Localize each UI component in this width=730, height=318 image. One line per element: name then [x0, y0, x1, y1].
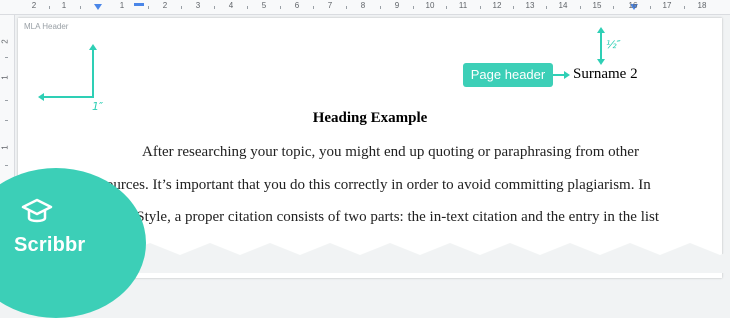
ruler-label: 1 — [0, 145, 10, 150]
horizontal-ruler[interactable]: 2 1 1 2 3 4 5 6 7 8 9 10 11 12 13 14 15 … — [0, 0, 730, 15]
header-distance-label: ½″ — [606, 38, 621, 51]
ruler-tick — [413, 6, 414, 9]
ruler-tick — [446, 6, 447, 9]
ruler-label: 11 — [458, 1, 468, 10]
ruler-label: 5 — [261, 1, 267, 10]
ruler-label: 18 — [697, 1, 707, 10]
body-text-line[interactable]: MLA Style, a proper citation consists of… — [100, 209, 659, 226]
ruler-label: 2 — [0, 39, 10, 44]
graduation-cap-icon — [21, 198, 53, 223]
ruler-label: 14 — [558, 1, 568, 10]
ruler-label: 15 — [592, 1, 602, 10]
ruler-label: 6 — [294, 1, 300, 10]
ruler-tick — [5, 100, 8, 101]
ruler-tick — [80, 6, 81, 9]
arrow-left-icon — [38, 93, 44, 101]
first-line-indent-marker[interactable] — [134, 3, 144, 6]
running-head[interactable]: Surname 2 — [573, 66, 638, 83]
ruler-tick — [280, 6, 281, 9]
page-header-badge: Page header — [463, 63, 553, 87]
ruler-tick — [214, 6, 215, 9]
ruler-label: 12 — [492, 1, 502, 10]
ruler-label: 4 — [228, 1, 234, 10]
left-indent-marker[interactable] — [94, 4, 102, 10]
ruler-label: 2 — [162, 1, 168, 10]
ruler-label: 3 — [195, 1, 201, 10]
arrow-up-icon — [597, 27, 605, 33]
body-text-line[interactable]: After researching your topic, you might … — [142, 144, 639, 161]
header-region-label: MLA Header — [24, 22, 69, 31]
margin-guide-horizontal — [44, 96, 94, 98]
ruler-label: 7 — [327, 1, 333, 10]
ruler-label: 10 — [425, 1, 435, 10]
ruler-tick — [684, 6, 685, 9]
ruler-label: 16 — [628, 1, 638, 10]
ruler-label: 1 — [0, 75, 10, 80]
ruler-tick — [346, 6, 347, 9]
ruler-tick — [5, 165, 8, 166]
ruler-tick — [513, 6, 514, 9]
ruler-tick — [480, 6, 481, 9]
ruler-label: 9 — [394, 1, 400, 10]
ruler-tick — [247, 6, 248, 9]
ruler-tick — [650, 6, 651, 9]
ruler-tick — [313, 6, 314, 9]
arrow-right-icon — [564, 71, 570, 79]
arrow-up-icon — [89, 44, 97, 50]
ruler-tick — [5, 120, 8, 121]
ruler-tick — [613, 6, 614, 9]
header-distance-guide — [600, 31, 602, 61]
ruler-tick — [546, 6, 547, 9]
ruler-label: 1 — [61, 1, 67, 10]
ruler-label: 17 — [662, 1, 672, 10]
ruler-tick — [49, 6, 50, 9]
ruler-label: 8 — [360, 1, 366, 10]
margin-guide-vertical — [92, 50, 94, 98]
ruler-tick — [5, 57, 8, 58]
ruler-tick — [181, 6, 182, 9]
ruler-tick — [380, 6, 381, 9]
section-heading[interactable]: Heading Example — [18, 110, 722, 127]
brand-name: Scribbr — [14, 234, 86, 256]
body-text-line[interactable]: sources. It’s important that you do this… — [100, 177, 651, 194]
ruler-tick — [148, 6, 149, 9]
ruler-tick — [580, 6, 581, 9]
ruler-label: 1 — [119, 1, 125, 10]
arrow-down-icon — [597, 59, 605, 65]
ruler-label: 13 — [525, 1, 535, 10]
ruler-label: 2 — [31, 1, 37, 10]
